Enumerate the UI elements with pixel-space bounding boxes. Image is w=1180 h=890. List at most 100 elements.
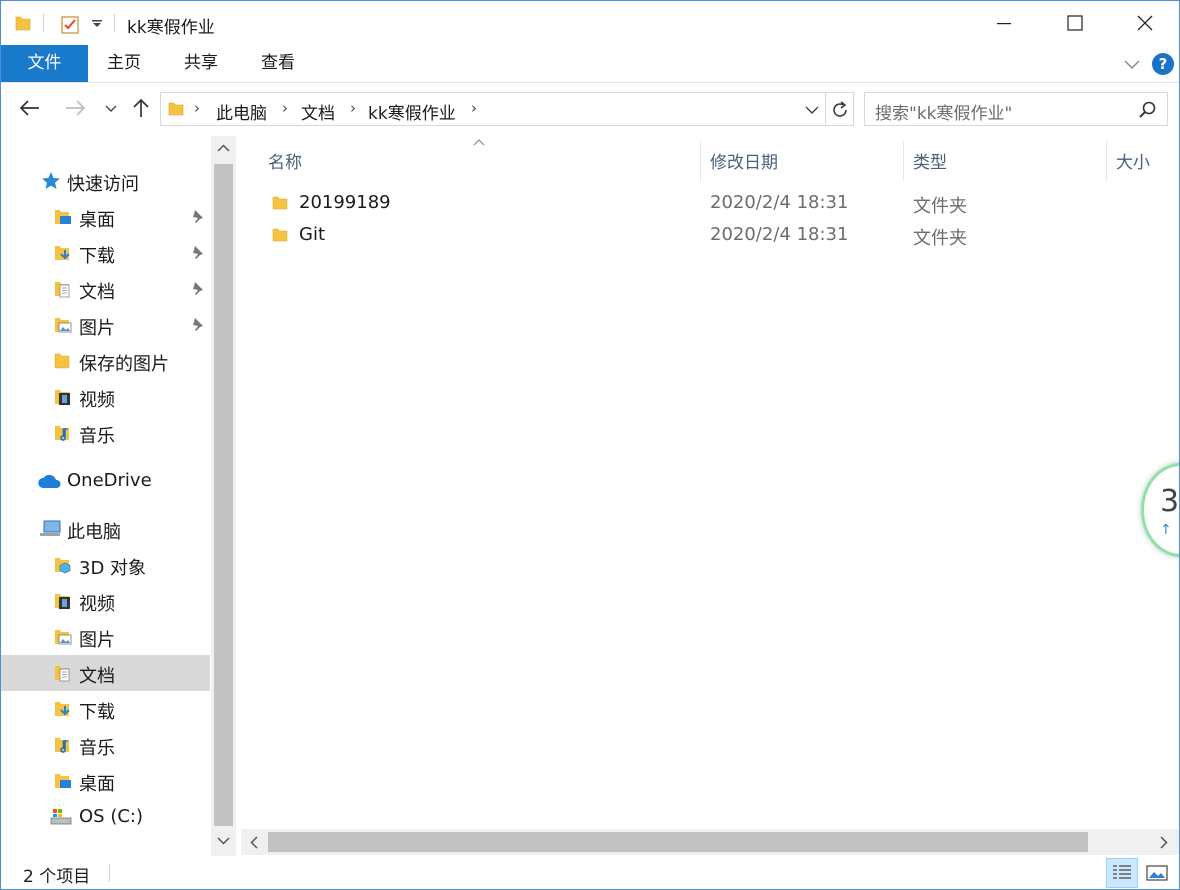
address-history-chevron-icon[interactable]	[805, 105, 819, 115]
sort-ascending-icon	[473, 139, 485, 146]
address-bar[interactable]: › 此电脑 › 文档 › kk寒假作业 ›	[160, 92, 854, 126]
pin-icon[interactable]	[189, 244, 205, 260]
folder-icon	[15, 16, 31, 31]
sidebar-label: 音乐	[79, 738, 115, 759]
item-count: 2 个项目	[23, 867, 91, 887]
sidebar-item-saved-pictures[interactable]: 保存的图片	[1, 343, 210, 379]
properties-icon[interactable]	[59, 13, 81, 35]
file-list-pane: 名称 修改日期 类型 大小 20199189 2020/2/4 18:31 文件…	[241, 136, 1179, 856]
sidebar-item-desktop[interactable]: 桌面	[1, 763, 210, 799]
sidebar-item-downloads[interactable]: 下载	[1, 235, 210, 271]
pin-icon[interactable]	[189, 316, 205, 332]
sidebar-item-music[interactable]: 音乐	[1, 415, 210, 451]
pin-icon[interactable]	[189, 280, 205, 296]
drive-icon	[50, 809, 72, 825]
refresh-icon[interactable]	[830, 100, 850, 120]
downloads-folder-icon	[55, 702, 70, 716]
search-box[interactable]: 搜索"kk寒假作业"	[864, 92, 1168, 126]
sidebar-label: 此电脑	[67, 522, 121, 543]
maximize-button[interactable]	[1046, 1, 1104, 45]
scroll-down-chevron-icon[interactable]	[217, 836, 230, 845]
status-bar: 2 个项目	[1, 856, 1179, 889]
sidebar-label: 音乐	[79, 426, 115, 447]
column-header-type[interactable]: 类型	[913, 148, 947, 173]
sidebar-label: OneDrive	[67, 470, 152, 491]
title-separator	[114, 14, 115, 32]
breadcrumb-documents[interactable]: 文档	[301, 99, 335, 124]
folder-icon	[272, 228, 288, 242]
sidebar-item-os-drive[interactable]: OS (C:)	[1, 799, 210, 835]
sidebar-scroll-thumb[interactable]	[214, 164, 233, 826]
sidebar-item-documents[interactable]: 文档	[1, 655, 210, 691]
breadcrumb-separator-icon[interactable]: ›	[471, 99, 477, 117]
minimize-button[interactable]	[975, 1, 1033, 45]
scroll-right-chevron-icon[interactable]	[1159, 836, 1168, 849]
onedrive-cloud-icon	[38, 474, 61, 488]
search-placeholder: 搜索"kk寒假作业"	[875, 104, 1013, 124]
large-icons-view-button[interactable]	[1141, 858, 1173, 888]
pictures-folder-icon	[55, 318, 72, 333]
file-type: 文件夹	[913, 196, 967, 217]
column-divider[interactable]	[903, 141, 904, 181]
sidebar-label: 桌面	[79, 774, 115, 795]
sidebar-item-videos[interactable]: 视频	[1, 583, 210, 619]
file-row[interactable]: Git 2020/2/4 18:31 文件夹	[261, 219, 1161, 251]
sidebar-scrollbar[interactable]	[211, 136, 236, 856]
tab-share[interactable]: 共享	[165, 45, 237, 82]
up-arrow-icon[interactable]	[131, 97, 151, 119]
column-divider[interactable]	[1106, 141, 1107, 181]
back-arrow-icon[interactable]	[19, 99, 41, 117]
large-icons-view-icon	[1146, 865, 1168, 881]
title-separator	[43, 14, 44, 32]
videos-folder-icon	[55, 390, 70, 405]
column-header-size[interactable]: 大小	[1116, 148, 1150, 173]
help-button[interactable]: ?	[1152, 53, 1174, 75]
tab-view[interactable]: 查看	[242, 45, 314, 82]
navigation-pane: 快速访问 桌面 下载 文档 图片 保存的图片 视频 音乐 OneDrive 此电…	[1, 136, 236, 856]
downloads-folder-icon	[55, 246, 70, 260]
sidebar-item-videos[interactable]: 视频	[1, 379, 210, 415]
sidebar-item-pictures[interactable]: 图片	[1, 307, 210, 343]
horizontal-scroll-thumb[interactable]	[268, 832, 1088, 852]
file-explorer-window: kk寒假作业 文件 主页 共享 查看 ? › 此电脑 › 文档 › kk寒假作业…	[0, 0, 1180, 890]
search-icon[interactable]	[1138, 100, 1158, 120]
file-list-horizontal-scrollbar[interactable]	[241, 829, 1179, 855]
column-divider[interactable]	[700, 141, 701, 181]
column-header-name[interactable]: 名称	[268, 148, 302, 173]
sidebar-item-this-pc[interactable]: 此电脑	[1, 511, 210, 547]
close-button[interactable]	[1116, 1, 1174, 45]
sidebar-item-onedrive[interactable]: OneDrive	[1, 463, 210, 499]
sidebar-label: OS (C:)	[79, 806, 143, 827]
sidebar-item-music[interactable]: 音乐	[1, 727, 210, 763]
column-header-modified[interactable]: 修改日期	[710, 148, 778, 173]
recent-locations-chevron-icon[interactable]	[105, 104, 117, 113]
details-view-button[interactable]	[1106, 858, 1138, 888]
folder-icon	[272, 196, 288, 210]
desktop-folder-icon	[55, 774, 71, 788]
maximize-icon	[1067, 15, 1083, 31]
forward-arrow-icon[interactable]	[64, 99, 86, 117]
scroll-left-chevron-icon[interactable]	[250, 836, 259, 849]
documents-folder-icon	[55, 666, 70, 682]
sidebar-label: 文档	[79, 666, 115, 687]
sidebar-item-downloads[interactable]: 下载	[1, 691, 210, 727]
customize-toolbar-dropdown-icon[interactable]	[91, 19, 103, 29]
sidebar-item-3d-objects[interactable]: 3D 对象	[1, 547, 210, 583]
breadcrumb-separator-icon[interactable]: ›	[350, 99, 356, 117]
sidebar-item-pictures[interactable]: 图片	[1, 619, 210, 655]
file-row[interactable]: 20199189 2020/2/4 18:31 文件夹	[261, 187, 1161, 219]
pin-icon[interactable]	[189, 208, 205, 224]
tab-home[interactable]: 主页	[88, 45, 160, 82]
breadcrumb-kk-folder[interactable]: kk寒假作业	[368, 99, 456, 124]
expand-ribbon-chevron-icon[interactable]	[1123, 58, 1141, 70]
sidebar-item-desktop[interactable]: 桌面	[1, 199, 210, 235]
breadcrumb-this-pc[interactable]: 此电脑	[216, 99, 267, 124]
breadcrumb-separator-icon[interactable]: ›	[194, 99, 200, 117]
sidebar-label: 保存的图片	[79, 354, 169, 375]
tab-file[interactable]: 文件	[1, 45, 88, 82]
breadcrumb-separator-icon[interactable]: ›	[282, 99, 288, 117]
file-name: Git	[299, 224, 326, 245]
sidebar-item-documents[interactable]: 文档	[1, 271, 210, 307]
scroll-up-chevron-icon[interactable]	[217, 144, 230, 153]
sidebar-item-quick-access[interactable]: 快速访问	[1, 163, 210, 199]
